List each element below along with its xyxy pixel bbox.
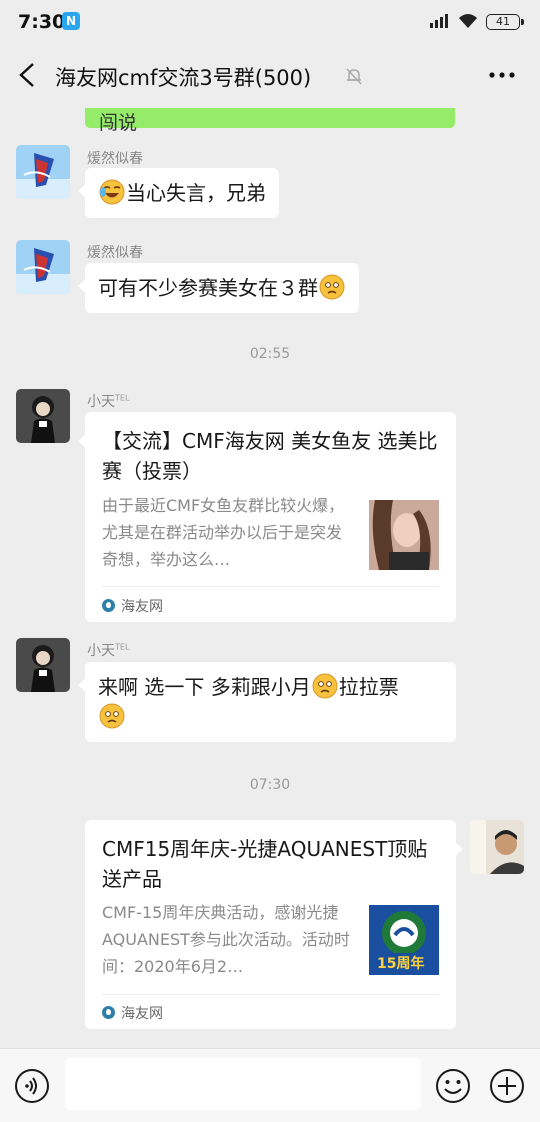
link-card[interactable]: CMF15周年庆-光捷AQUANEST顶贴送产品 CMF-15周年庆典活动，感谢… bbox=[85, 820, 463, 1029]
emoji-icon[interactable] bbox=[435, 1068, 471, 1104]
chat-title: 海友网cmf交流3号群(500) bbox=[55, 66, 312, 90]
timestamp: 02:55 bbox=[249, 346, 291, 362]
voice-input-icon[interactable] bbox=[14, 1068, 50, 1104]
card-source: 海友网 bbox=[102, 596, 163, 616]
sent-message-bubble-partial[interactable]: 闯说 bbox=[85, 108, 455, 134]
signal-icon bbox=[430, 14, 448, 28]
message-bubble[interactable]: 可有不少参赛美女在３群 bbox=[78, 263, 359, 313]
wifi-icon bbox=[459, 14, 477, 28]
sender-name: 煖然似春 bbox=[87, 151, 143, 167]
chat-messages[interactable]: 闯说 煖然似春 当心失言，兄弟 煖然似春 可有不少参赛美女在３群 02:55 小… bbox=[0, 108, 540, 1048]
card-description: 由于最近CMF女鱼友群比较火爆，尤其是在群活动举办以后于是突发奇想，举办这么… bbox=[102, 496, 345, 569]
thinking-icon bbox=[312, 673, 338, 699]
sender-name: 煖然似春 bbox=[87, 245, 143, 261]
message-input[interactable] bbox=[65, 1058, 421, 1110]
message-bubble[interactable]: 来啊 选一下 多莉跟小月 拉拉票 bbox=[78, 662, 456, 742]
sender-name: 小天TEL bbox=[87, 642, 130, 659]
source-logo-icon bbox=[102, 1006, 115, 1019]
message-text: 来啊 选一下 多莉跟小月 bbox=[98, 675, 311, 699]
laughing-crying-icon bbox=[99, 179, 125, 205]
mute-bell-icon bbox=[346, 68, 362, 85]
avatar-user-2[interactable] bbox=[16, 638, 70, 692]
input-bar bbox=[0, 1048, 540, 1122]
card-thumbnail: 15周年 bbox=[369, 905, 439, 975]
card-thumbnail bbox=[369, 500, 439, 570]
thinking-icon bbox=[99, 703, 125, 729]
back-arrow-icon[interactable] bbox=[18, 62, 36, 88]
thinking-icon bbox=[319, 274, 345, 300]
card-title: 【交流】CMF海友网 美女鱼友 选美比赛（投票） bbox=[102, 429, 438, 483]
source-logo-icon bbox=[102, 599, 115, 612]
avatar-self[interactable] bbox=[470, 820, 524, 874]
timestamp: 07:30 bbox=[249, 777, 291, 793]
tel-badge: TEL bbox=[115, 642, 130, 652]
message-bubble[interactable]: 当心失言，兄弟 bbox=[78, 168, 279, 218]
message-text: 拉拉票 bbox=[338, 675, 399, 699]
sender-name: 小天TEL bbox=[87, 393, 130, 410]
tel-badge: TEL bbox=[115, 393, 130, 403]
avatar-user-2[interactable] bbox=[16, 389, 70, 443]
card-title: CMF15周年庆-光捷AQUANEST顶贴送产品 bbox=[102, 837, 428, 891]
notification-n-icon: N bbox=[62, 12, 80, 30]
chat-header: 海友网cmf交流3号群(500) bbox=[0, 44, 540, 108]
message-text: 可有不少参赛美女在３群 bbox=[98, 276, 318, 300]
card-description: CMF-15周年庆典活动，感谢光捷AQUANEST参与此次活动。活动时间：202… bbox=[102, 903, 350, 976]
partial-message-text: 闯说 bbox=[99, 112, 138, 134]
avatar-user-1[interactable] bbox=[16, 240, 70, 294]
card-divider bbox=[102, 586, 439, 587]
card-divider bbox=[102, 994, 439, 995]
avatar-user-1[interactable] bbox=[16, 145, 70, 199]
status-bar: 7:30 N 41 bbox=[0, 0, 540, 44]
status-time: 7:30 bbox=[18, 11, 66, 33]
link-card[interactable]: 【交流】CMF海友网 美女鱼友 选美比赛（投票） 由于最近CMF女鱼友群比较火爆… bbox=[78, 412, 456, 622]
card-source: 海友网 bbox=[102, 1003, 163, 1023]
more-options-icon[interactable] bbox=[489, 72, 515, 78]
plus-icon[interactable] bbox=[489, 1068, 525, 1104]
message-text: 当心失言，兄弟 bbox=[126, 181, 266, 205]
thumbnail-label: 15周年 bbox=[377, 956, 425, 972]
battery-icon: 41 bbox=[486, 14, 524, 30]
